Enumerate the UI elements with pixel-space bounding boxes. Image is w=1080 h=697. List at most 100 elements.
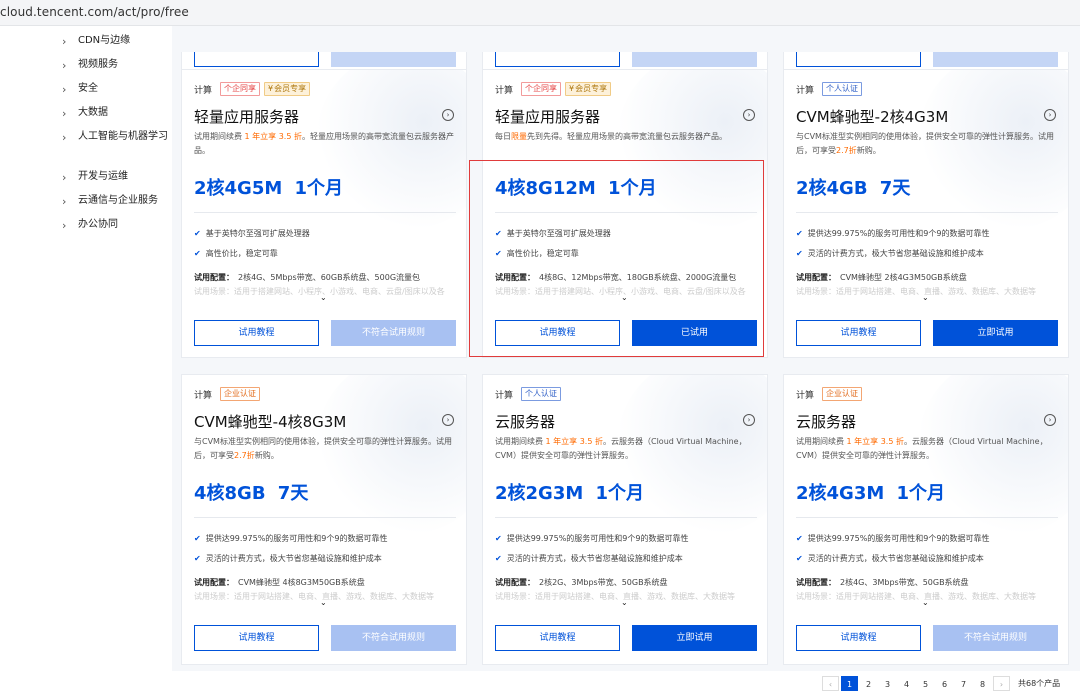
sidebar-item[interactable]: › CDN与边缘 [62, 34, 172, 48]
card-tags: 计算 个人认证 [796, 82, 863, 96]
check-icon: ✔ [796, 249, 803, 258]
check-icon: ✔ [495, 534, 502, 543]
chevron-down-icon[interactable]: ⌄ [922, 598, 929, 607]
tried-button[interactable]: 已试用 [632, 320, 757, 346]
sidebar-item[interactable]: › 大数据 [62, 106, 172, 120]
tutorial-button[interactable]: 试用教程 [495, 625, 620, 651]
sidebar-item-label: 云通信与企业服务 [78, 195, 158, 206]
check-icon: ✔ [194, 229, 201, 238]
product-card: 计算 个企同享 ¥会员专享 轻量应用服务器 › 每日限量先到先得。轻量应用场景的高带宽流量… [482, 69, 768, 358]
chevron-right-circle-icon[interactable]: › [1044, 414, 1056, 426]
card-title: 云服务器 [796, 413, 857, 431]
card-category: 计算 [796, 390, 815, 401]
sidebar-item[interactable]: › 开发与运维 [62, 170, 172, 184]
chevron-down-icon[interactable]: ⌄ [320, 598, 327, 607]
card-title: 云服务器 [495, 413, 556, 431]
feature-item: ✔ 灵活的计费方式，极大节省您基础设施和维护成本 [194, 554, 382, 563]
card-title: CVM蜂驰型-2核4G3M [796, 108, 949, 126]
card-divider [495, 517, 757, 518]
chevron-right-icon: › [62, 59, 67, 72]
card-description: 试用期间续费 1 年立享 3.5 折。轻量应用场景的高带宽流量包云服务器产品。 [194, 132, 454, 155]
tutorial-button[interactable]: 试用教程 [796, 320, 921, 346]
trial-config: 试用配置： 4核8G、12Mbps带宽、180GB系统盘、2000G流量包 [495, 273, 737, 282]
sidebar-item[interactable]: › 云通信与企业服务 [62, 194, 172, 208]
chevron-down-icon[interactable]: ⌄ [621, 598, 628, 607]
product-card: 计算 企业认证 CVM蜂驰型-4核8G3M › 与CVM标准型实例相同的使用体验，提供安… [181, 374, 467, 665]
chevron-right-icon: › [62, 171, 67, 184]
address-bar[interactable]: cloud.tencent.com/act/pro/free [0, 0, 1080, 26]
check-icon: ✔ [495, 249, 502, 258]
page-number[interactable]: 7 [955, 676, 972, 691]
card-tag: 个人认证 [822, 82, 863, 96]
product-card: 计算 个人认证 CVM蜂驰型-2核4G3M › 与CVM标准型实例相同的使用体验，提供安… [783, 69, 1069, 358]
check-icon: ✔ [796, 534, 803, 543]
card-category: 计算 [796, 85, 815, 96]
page-number[interactable]: 1 [841, 676, 858, 691]
next-page-button[interactable]: › [993, 676, 1010, 691]
trial-config: 试用配置： 2核4G、3Mbps带宽、50GB系统盘 [796, 578, 969, 587]
check-icon: ✔ [495, 554, 502, 563]
card-tags: 计算 企业认证 [194, 387, 261, 401]
page-number[interactable]: 4 [898, 676, 915, 691]
feature-item: ✔ 灵活的计费方式，极大节省您基础设施和维护成本 [796, 554, 984, 563]
sidebar-item[interactable]: › 视频服务 [62, 58, 172, 72]
card-tags: 计算 个企同享 ¥会员专享 [495, 82, 612, 96]
card-category: 计算 [495, 85, 514, 96]
product-card: 计算 个人认证 云服务器 › 试用期间续费 1 年立享 3.5 折。云服务器（Cloud… [482, 374, 768, 665]
prev-page-button[interactable]: ‹ [822, 676, 839, 691]
sidebar-item[interactable]: › 办公协同 [62, 218, 172, 232]
vip-icon: ¥ [569, 84, 575, 93]
try-now-button[interactable]: 立即试用 [933, 320, 1058, 346]
feature-item: ✔ 灵活的计费方式，极大节省您基础设施和维护成本 [796, 249, 984, 258]
card-title: 轻量应用服务器 [495, 108, 601, 126]
card-tags: 计算 个企同享 ¥会员专享 [194, 82, 311, 96]
tutorial-button[interactable]: 试用教程 [796, 625, 921, 651]
check-icon: ✔ [194, 554, 201, 563]
chevron-right-circle-icon[interactable]: › [743, 414, 755, 426]
card-divider [194, 517, 456, 518]
card-spec: 4核8G12M 1个月 [495, 178, 657, 199]
check-icon: ✔ [194, 534, 201, 543]
page-number[interactable]: 8 [974, 676, 991, 691]
product-card: 计算 企业认证 云服务器 › 试用期间续费 1 年立享 3.5 折。云服务器（Cloud… [783, 374, 1069, 665]
chevron-right-icon: › [62, 107, 67, 120]
chevron-down-icon[interactable]: ⌄ [621, 293, 628, 302]
card-tag: ¥会员专享 [264, 82, 311, 96]
card-divider [796, 212, 1058, 213]
card-category: 计算 [495, 390, 514, 401]
page-number[interactable]: 3 [879, 676, 896, 691]
trial-config: 试用配置： 2核2G、3Mbps带宽、50GB系统盘 [495, 578, 668, 587]
card-spec: 2核4G5M 1个月 [194, 178, 344, 199]
card-tag: 企业认证 [822, 387, 863, 401]
check-icon: ✔ [194, 249, 201, 258]
chevron-right-circle-icon[interactable]: › [442, 414, 454, 426]
sidebar-item-label: 安全 [78, 83, 98, 94]
card-category: 计算 [194, 390, 213, 401]
pagination: ‹ 1 2 3 4 5 6 7 8 › 共68个产品 [822, 676, 1060, 691]
chevron-right-circle-icon[interactable]: › [1044, 109, 1056, 121]
chevron-right-icon: › [62, 83, 67, 96]
card-title: 轻量应用服务器 [194, 108, 300, 126]
tutorial-button[interactable]: 试用教程 [495, 320, 620, 346]
chevron-right-icon: › [62, 35, 67, 48]
page-number[interactable]: 6 [936, 676, 953, 691]
sidebar-item[interactable]: › 安全 [62, 82, 172, 96]
feature-item: ✔ 基于英特尔至强可扩展处理器 [495, 229, 611, 238]
url-text: cloud.tencent.com/act/pro/free [0, 5, 189, 19]
try-now-button[interactable]: 立即试用 [632, 625, 757, 651]
tutorial-button[interactable]: 试用教程 [194, 320, 319, 346]
vip-icon: ¥ [268, 84, 274, 93]
page-number[interactable]: 5 [917, 676, 934, 691]
chevron-down-icon[interactable]: ⌄ [922, 293, 929, 302]
chevron-right-circle-icon[interactable]: › [442, 109, 454, 121]
tutorial-button[interactable]: 试用教程 [194, 625, 319, 651]
card-spec: 2核2G3M 1个月 [495, 483, 645, 504]
sidebar-item[interactable]: › 人工智能与机器学习 [62, 130, 172, 144]
card-description: 试用期间续费 1 年立享 3.5 折。云服务器（Cloud Virtual Ma… [495, 437, 747, 460]
page-number[interactable]: 2 [860, 676, 877, 691]
chevron-right-icon: › [62, 195, 67, 208]
chevron-down-icon[interactable]: ⌄ [320, 293, 327, 302]
chevron-right-circle-icon[interactable]: › [743, 109, 755, 121]
feature-item: ✔ 提供达99.975%的服务可用性和9个9的数据可靠性 [796, 534, 990, 543]
ineligible-button: 不符合试用规则 [933, 625, 1058, 651]
